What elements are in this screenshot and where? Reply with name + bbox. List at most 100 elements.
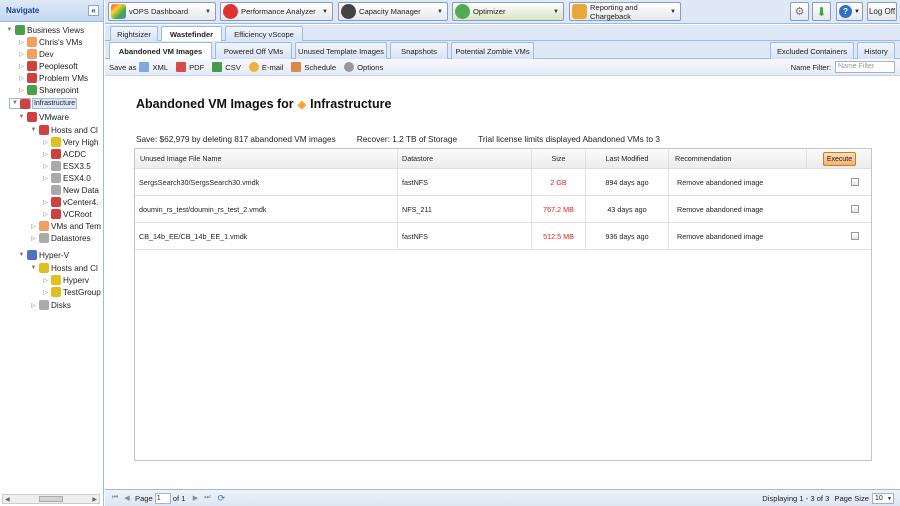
page-size-select[interactable]: 10 ▼ (872, 493, 894, 504)
cluster-icon (51, 209, 61, 219)
license-text: Trial license limits displayed Abandoned… (478, 134, 660, 144)
download-button[interactable]: ⬇ (812, 2, 831, 21)
recommendation-cell: Remove abandoned image (677, 177, 764, 187)
tab-potential-zombie-vms[interactable]: Potential Zombie VMs (451, 42, 534, 59)
options-button[interactable]: Options (344, 62, 383, 72)
recommendation-cell: Remove abandoned image (677, 231, 764, 241)
report-content: Abandoned VM Images for ◈ Infrastructure S… (105, 77, 900, 487)
datastore-cell: fastNFS (398, 223, 532, 249)
infrastructure-diamond-icon: ◈ (297, 98, 307, 111)
folder-icon (15, 25, 25, 35)
last-page-icon[interactable]: ⏭ (201, 494, 213, 502)
tree-node[interactable]: ▼ Hosts and Cl (30, 262, 98, 274)
execute-button[interactable]: Execute (823, 152, 856, 166)
tree-node[interactable]: ▷ VCRoot (42, 208, 92, 220)
tree-node[interactable]: ▷ ESX3.5 (42, 160, 91, 172)
tree-node[interactable]: ▷ VMs and Tem (30, 220, 101, 232)
sidebar-scrollbar[interactable]: ◀ ▶ (2, 494, 100, 504)
tree-node[interactable]: ▷ Dev (18, 48, 54, 60)
logoff-button[interactable]: Log Off (867, 2, 897, 21)
next-page-icon[interactable]: ▶ (189, 494, 201, 502)
page-number-input[interactable]: 1 (154, 492, 171, 504)
tree-node[interactable]: ▷ Problem VMs (18, 72, 88, 84)
infrastructure-icon (19, 98, 30, 109)
pdf-icon (176, 62, 187, 72)
tree-node-infrastructure[interactable]: ▼ Infrastructure (9, 98, 78, 109)
options-icon (344, 62, 355, 72)
vops-dashboard-dropdown[interactable]: vOPS Dashboard ▼ (108, 2, 216, 21)
column-header-datastore[interactable]: Datastore (398, 149, 532, 168)
tree-node-business-views[interactable]: ▼ Business Views (6, 24, 84, 36)
tree-node[interactable]: ▷ Datastores (30, 232, 91, 244)
tree-node[interactable]: ▷ Peoplesoft (18, 60, 78, 72)
column-header-size[interactable]: Size (532, 149, 586, 168)
capacity-manager-dropdown[interactable]: Capacity Manager ▼ (338, 2, 448, 21)
reporting-dropdown[interactable]: Reporting and Chargeback ▼ (569, 2, 681, 21)
export-csv-button[interactable]: CSV (212, 62, 241, 72)
tree-node[interactable]: ▼ Hosts and Cl (30, 124, 98, 136)
column-header-file[interactable]: Unused Image File Name (135, 149, 398, 168)
tree-node[interactable]: ▷ ESX4.0 (42, 172, 91, 184)
scroll-thumb[interactable] (39, 496, 63, 502)
size-cell: 767.2 MB (532, 196, 586, 222)
scroll-right-icon[interactable]: ▶ (92, 496, 97, 503)
module-tabs: Rightsizer Wastefinder Efficiency vScope (105, 25, 900, 42)
tab-powered-off-vms[interactable]: Powered Off VMs (215, 42, 292, 59)
tree-node[interactable]: ▷ Disks (30, 299, 71, 311)
cluster-icon (51, 161, 61, 171)
table-row[interactable]: SergsSearch30/SergsSearch30.vmdk fastNFS… (135, 169, 871, 196)
paging-toolbar: ⏮ ◀ Page 1 of 1 ▶ ⏭ ⟳ Displaying 1 - 3 o… (105, 489, 900, 506)
tab-abandoned-vm-images[interactable]: Abandoned VM Images (109, 42, 212, 60)
tree-node[interactable]: ▷ Hyperv (42, 274, 89, 286)
size-cell: 512.5 MB (532, 223, 586, 249)
tab-snapshots[interactable]: Snapshots (390, 42, 448, 59)
displaying-text: Displaying 1 - 3 of 3 (762, 494, 830, 503)
tree-node-vmware[interactable]: ▼ VMware (18, 111, 69, 123)
tree-node[interactable]: ▷ TestGroup (42, 286, 101, 298)
performance-analyzer-dropdown[interactable]: Performance Analyzer ▼ (220, 2, 333, 21)
xml-icon (139, 62, 150, 72)
tab-unused-template-images[interactable]: Unused Template Images (295, 42, 387, 59)
column-header-recommendation[interactable]: Recommendation (669, 149, 807, 168)
csv-icon (212, 62, 223, 72)
row-checkbox[interactable] (851, 232, 859, 240)
tab-excluded-containers[interactable]: Excluded Containers (770, 42, 854, 59)
export-xml-button[interactable]: XML (139, 62, 168, 72)
email-icon (248, 62, 259, 72)
name-filter-input[interactable]: Name Filter (835, 61, 895, 73)
tree-node[interactable]: ▷ Sharepoint (18, 84, 79, 96)
tree-node[interactable]: ▷ vCenter4. (42, 196, 99, 208)
email-button[interactable]: E-mail (248, 62, 283, 72)
folder-icon (27, 37, 37, 47)
help-button[interactable]: ? ▼ (836, 2, 863, 21)
prev-page-icon[interactable]: ◀ (121, 494, 133, 502)
dashboard-icon (111, 4, 126, 19)
collapse-icon[interactable]: « (88, 5, 99, 16)
folder-icon (51, 137, 61, 147)
tree-node[interactable]: New Data (42, 184, 99, 196)
scroll-left-icon[interactable]: ◀ (5, 496, 10, 503)
refresh-icon[interactable]: ⟳ (215, 493, 227, 504)
tab-wastefinder[interactable]: Wastefinder (161, 26, 222, 42)
table-row[interactable]: doumin_rs_test/doumin_rs_test_2.vmdk NFS… (135, 196, 871, 223)
datastore-icon (39, 300, 49, 310)
last-modified-cell: 936 days ago (586, 223, 669, 249)
row-checkbox[interactable] (851, 205, 859, 213)
settings-button[interactable]: ⚙ (790, 2, 809, 21)
tab-rightsizer[interactable]: Rightsizer (110, 26, 158, 41)
schedule-button[interactable]: Schedule (291, 62, 336, 72)
column-header-last-modified[interactable]: Last Modified (586, 149, 669, 168)
export-pdf-button[interactable]: PDF (176, 62, 204, 72)
tab-history[interactable]: History (857, 42, 895, 59)
table-row[interactable]: CB_14b_EE/CB_14b_EE_1.vmdk fastNFS 512.5… (135, 223, 871, 250)
tree-node[interactable]: ▷ ACDC (42, 148, 86, 160)
cluster-icon (51, 287, 61, 297)
tab-efficiency-vscope[interactable]: Efficiency vScope (225, 26, 303, 41)
row-checkbox[interactable] (851, 178, 859, 186)
navigation-tree: ▼ Business Views ▷ Chris's VMs ▷ Dev ▷ Peopl… (0, 24, 103, 489)
tree-node[interactable]: ▷ Very High (42, 136, 99, 148)
tree-node-hyperv[interactable]: ▼ Hyper-V (18, 249, 69, 261)
first-page-icon[interactable]: ⏮ (109, 494, 121, 502)
tree-node[interactable]: ▷ Chris's VMs (18, 36, 82, 48)
optimizer-dropdown[interactable]: Optimizer ▼ (452, 2, 564, 21)
